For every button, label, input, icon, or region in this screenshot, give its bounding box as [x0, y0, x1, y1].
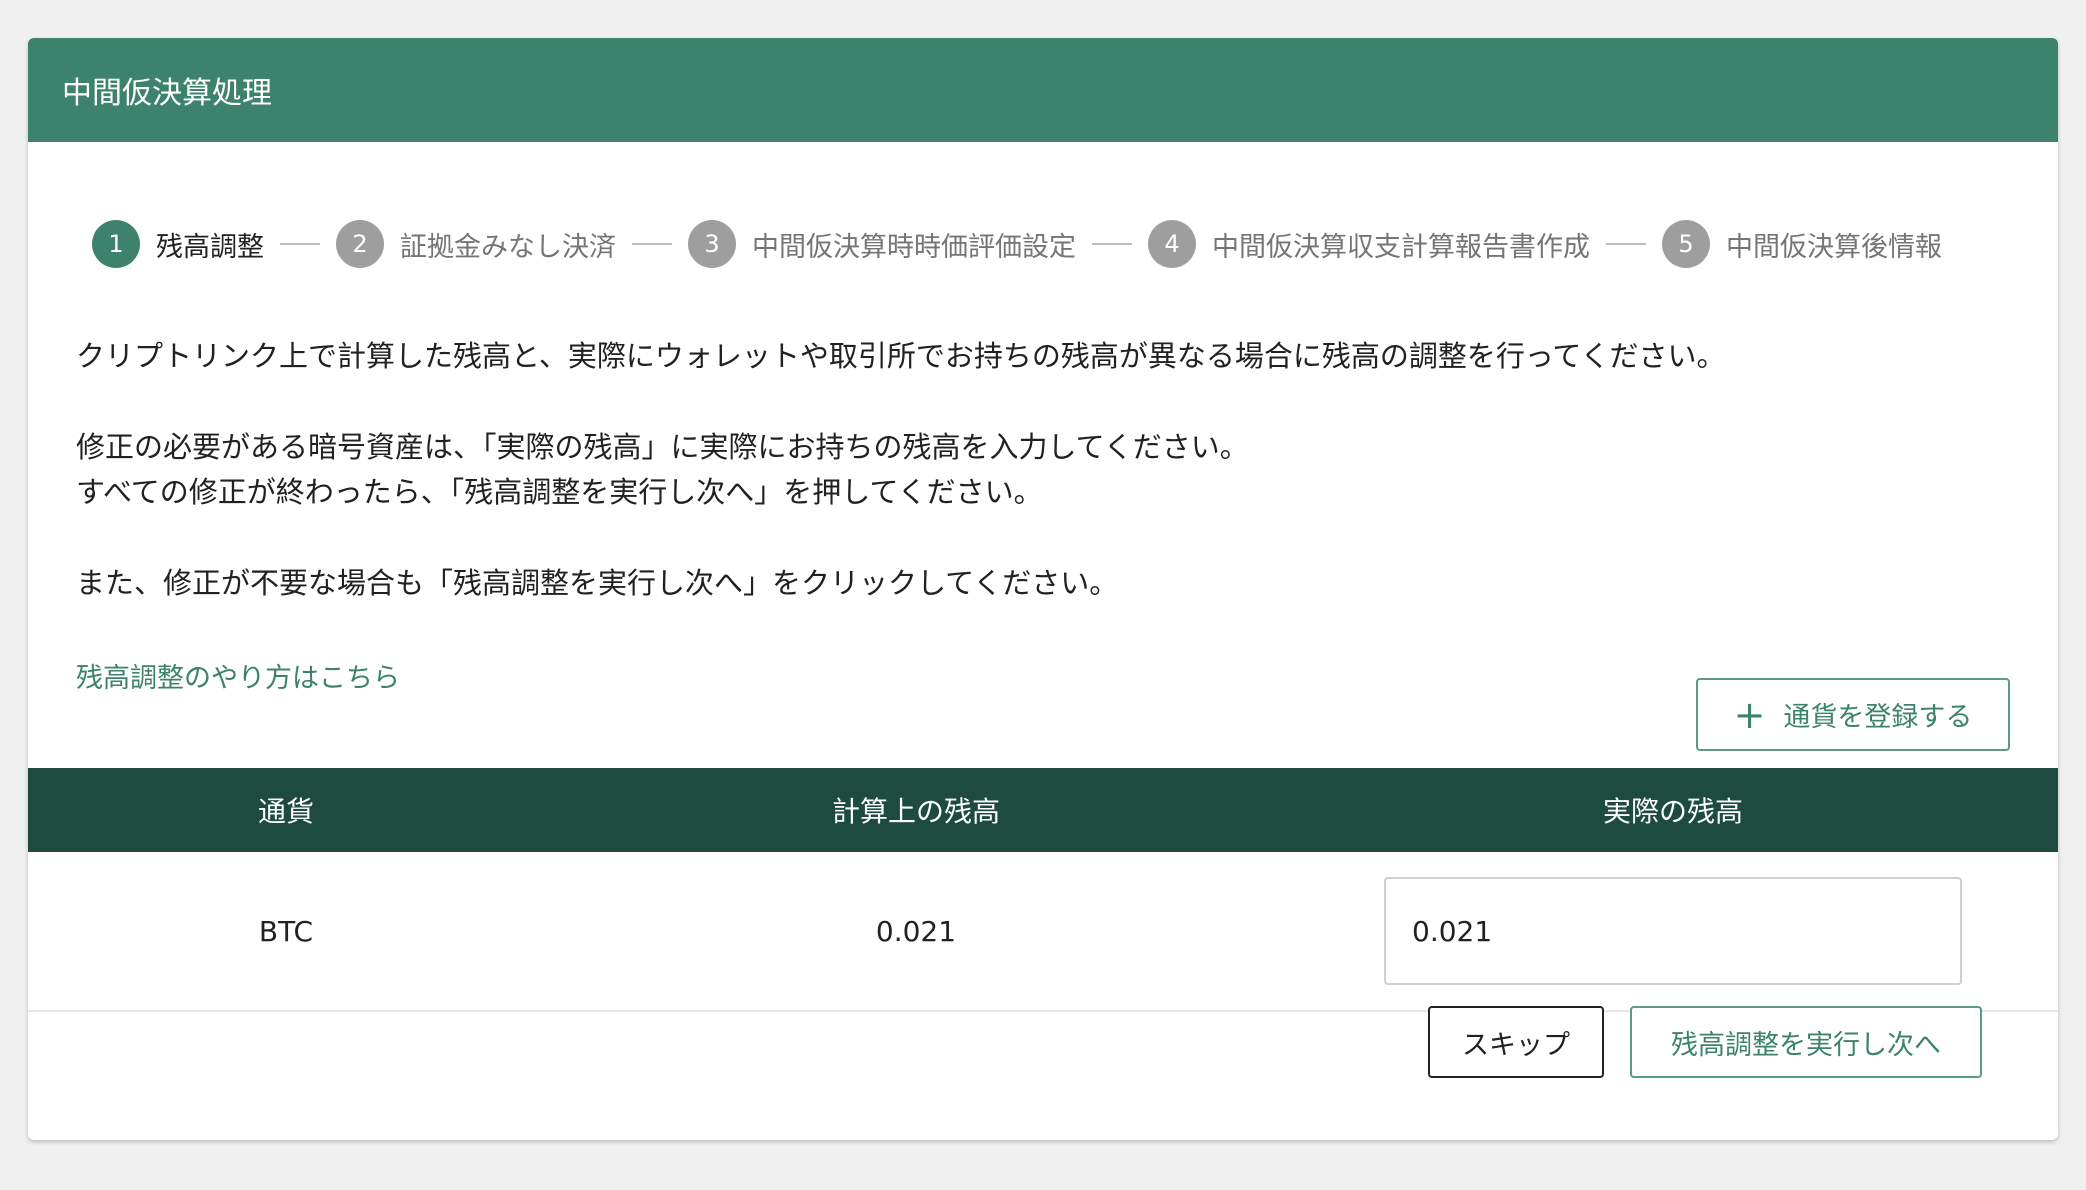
page-title: 中間仮決算処理: [62, 76, 272, 111]
add-currency-button[interactable]: + 通貨を登録する: [1696, 678, 2010, 751]
calculated-balance-cell: 0.021: [875, 914, 957, 948]
step-1: 1 残高調整: [92, 220, 264, 268]
instruction-line-1: クリプトリンク上で計算した残高と、実際にウォレットや取引所でお持ちの残高が異なる…: [76, 339, 1726, 373]
instruction-line-2: 修正の必要がある暗号資産は、「実際の残高」に実際にお持ちの残高を入力してください…: [76, 430, 1249, 464]
step-3: 3 中間仮決算時時価評価設定: [688, 220, 1076, 268]
step-4-number: 4: [1148, 220, 1196, 268]
instructions: クリプトリンク上で計算した残高と、実際にウォレットや取引所でお持ちの残高が異なる…: [76, 334, 1726, 606]
step-5-number: 5: [1662, 220, 1710, 268]
step-1-label: 残高調整: [156, 231, 264, 263]
plus-icon: +: [1733, 692, 1766, 737]
step-1-number: 1: [92, 220, 140, 268]
card-header: 中間仮決算処理: [28, 38, 2058, 142]
actual-balance-cell: [1288, 852, 2058, 1010]
step-3-label: 中間仮決算時時価評価設定: [752, 231, 1076, 263]
step-5: 5 中間仮決算後情報: [1662, 220, 1942, 268]
actual-balance-input[interactable]: [1384, 877, 1962, 985]
step-2: 2 証拠金みなし決済: [336, 220, 616, 268]
stepper: 1 残高調整 2 証拠金みなし決済 3 中間仮決算時時価評価設定 4 中間仮決算…: [92, 220, 1942, 268]
step-connector: [1606, 243, 1646, 245]
step-4: 4 中間仮決算収支計算報告書作成: [1148, 220, 1590, 268]
step-connector: [632, 243, 672, 245]
skip-button[interactable]: スキップ: [1428, 1006, 1604, 1078]
balance-adjustment-card: 中間仮決算処理 1 残高調整 2 証拠金みなし決済 3 中間仮決算時時価評価設定…: [28, 38, 2058, 1140]
step-2-label: 証拠金みなし決済: [400, 231, 616, 263]
step-3-number: 3: [688, 220, 736, 268]
table-row: BTC 0.021: [28, 852, 2058, 1012]
table-header: 通貨 計算上の残高 実際の残高: [28, 768, 2058, 852]
instruction-line-4: また、修正が不要な場合も「残高調整を実行し次へ」をクリックしてください。: [76, 566, 1119, 600]
balance-table: 通貨 計算上の残高 実際の残高 BTC 0.021: [28, 768, 2058, 1012]
step-5-label: 中間仮決算後情報: [1726, 231, 1942, 263]
step-4-label: 中間仮決算収支計算報告書作成: [1212, 231, 1590, 263]
help-link[interactable]: 残高調整のやり方はこちら: [76, 656, 400, 695]
step-connector: [280, 243, 320, 245]
column-header-actual-balance: 実際の残高: [1602, 795, 1743, 828]
currency-cell: BTC: [258, 914, 314, 948]
step-connector: [1092, 243, 1132, 245]
step-2-number: 2: [336, 220, 384, 268]
instruction-line-3: すべての修正が終わったら、「残高調整を実行し次へ」を押してください。: [76, 475, 1043, 509]
add-currency-label: 通貨を登録する: [1783, 702, 1973, 733]
execute-adjustment-next-button[interactable]: 残高調整を実行し次へ: [1630, 1006, 1982, 1078]
column-header-currency: 通貨: [257, 795, 314, 828]
column-header-calculated-balance: 計算上の残高: [831, 795, 1000, 828]
